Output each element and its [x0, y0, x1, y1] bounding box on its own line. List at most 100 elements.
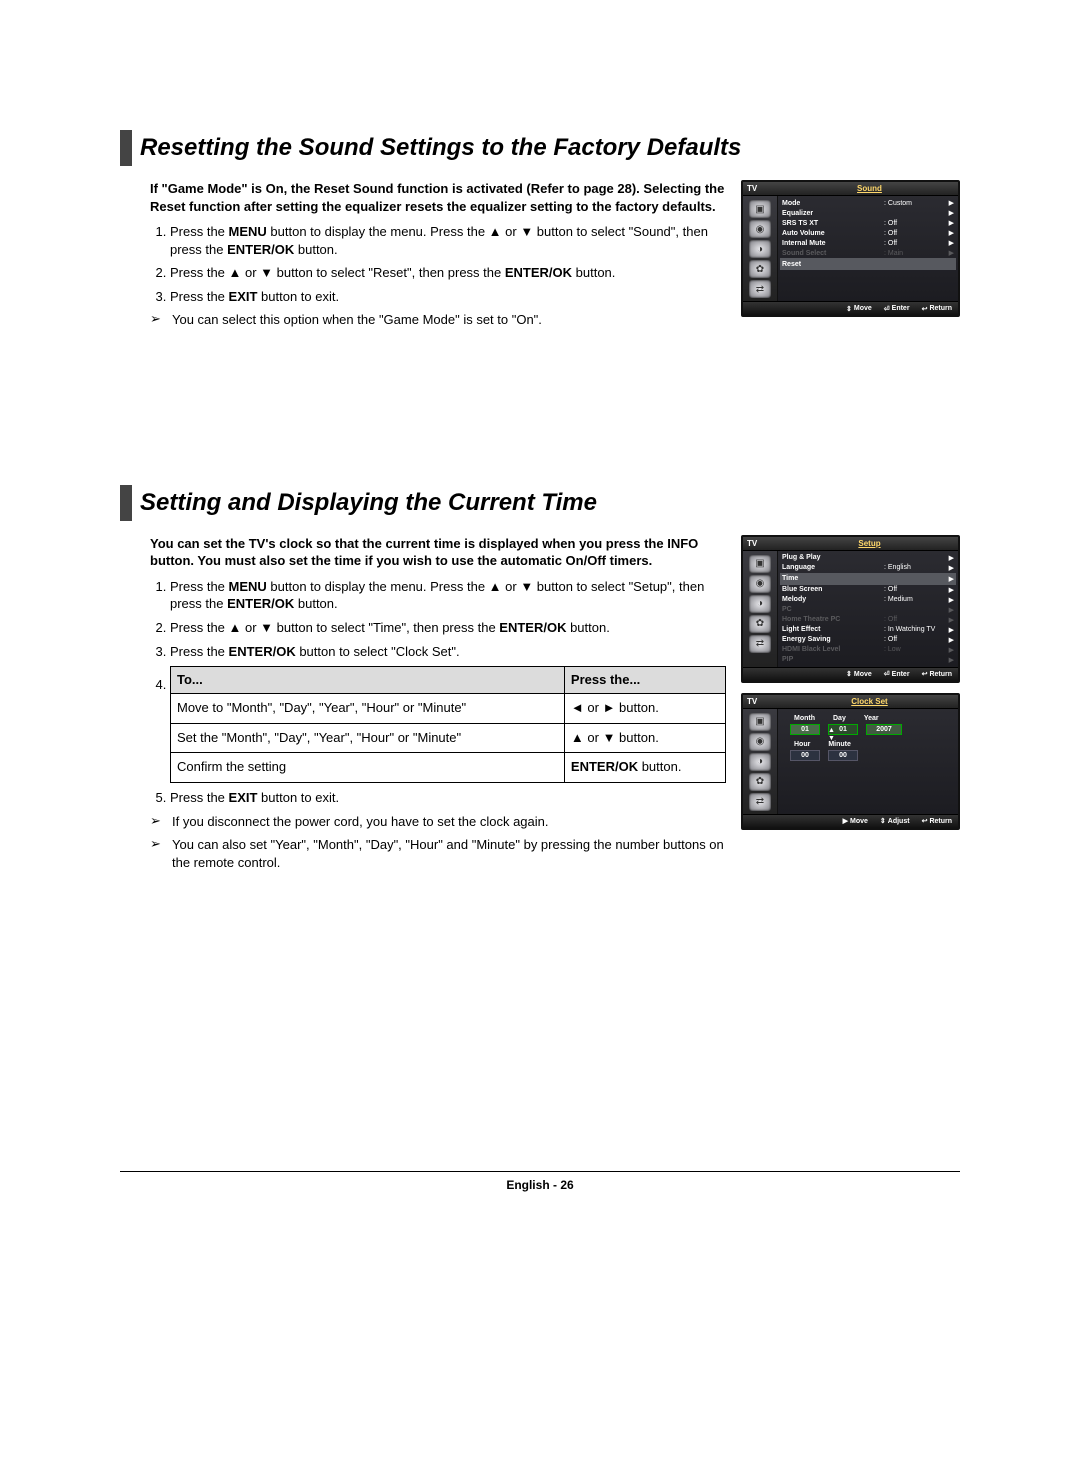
section-title: Setting and Displaying the Current Time: [140, 485, 597, 521]
channel-icon: ◑: [749, 753, 771, 771]
value-minute[interactable]: 00: [828, 750, 858, 761]
hint-enter: ⏎ Enter: [884, 670, 910, 678]
picture-icon: ▣: [749, 200, 771, 218]
section-set-time: Setting and Displaying the Current Time …: [120, 485, 960, 878]
osd-title: Sound: [781, 184, 958, 193]
sound-icon: ◉: [749, 575, 771, 593]
osd-item[interactable]: Plug & Play▶: [782, 553, 954, 563]
osd-clock-set: TV Clock Set ▣ ◉ ◑ ✿ ⇄ Mon: [741, 693, 960, 830]
osd-item[interactable]: Mode: Custom▶: [782, 198, 954, 208]
osd-title: Setup: [781, 539, 958, 548]
osd-item-disabled: Home Theatre PC: Off▶: [782, 615, 954, 625]
osd-footer: ⇕ Move ⏎ Enter ↩ Return: [743, 667, 958, 681]
step: To... Press the... Move to "Month", "Day…: [170, 666, 726, 783]
osd-item[interactable]: Internal Mute: Off▶: [782, 238, 954, 248]
section-title: Resetting the Sound Settings to the Fact…: [140, 130, 741, 166]
setup-icon: ✿: [749, 260, 771, 278]
sound-icon: ◉: [749, 733, 771, 751]
osd-item-disabled: Sound Select: Main▶: [782, 248, 954, 258]
input-icon: ⇄: [749, 635, 771, 653]
note-icon: ➢: [150, 311, 172, 327]
osd-sound-menu: TV Sound ▣ ◉ ◑ ✿ ⇄ Mode: Custom▶ Equaliz…: [741, 180, 960, 317]
step: Press the ▲ or ▼ button to select "Time"…: [170, 619, 726, 637]
step: Press the ▲ or ▼ button to select "Reset…: [170, 264, 726, 282]
label-day: Day: [833, 715, 846, 722]
note-icon: ➢: [150, 836, 172, 852]
osd-item-list: Mode: Custom▶ Equalizer▶ SRS TS XT: Off▶…: [778, 196, 958, 301]
picture-icon: ▣: [749, 555, 771, 573]
hint-move: ⇕ Move: [846, 670, 872, 678]
osd-item-selected[interactable]: Time▶: [780, 573, 956, 585]
osd-item[interactable]: SRS TS XT: Off▶: [782, 218, 954, 228]
osd-icon-column: ▣ ◉ ◑ ✿ ⇄: [743, 196, 778, 301]
sound-icon: ◉: [749, 220, 771, 238]
label-month: Month: [794, 715, 815, 722]
osd-item[interactable]: Energy Saving: Off▶: [782, 635, 954, 645]
setup-icon: ✿: [749, 773, 771, 791]
channel-icon: ◑: [749, 595, 771, 613]
hint-adjust: ⇕ Adjust: [880, 817, 910, 825]
osd-tv-label: TV: [743, 184, 781, 193]
step4-table: To... Press the... Move to "Month", "Day…: [170, 666, 726, 783]
section-reset-sound: Resetting the Sound Settings to the Fact…: [120, 130, 960, 335]
osd-item[interactable]: Language: English▶: [782, 563, 954, 573]
table-row: Set the "Month", "Day", "Year", "Hour" o…: [171, 723, 726, 753]
section2-steps: Press the MENU button to display the men…: [150, 578, 726, 807]
osd-item[interactable]: Melody: Medium▶: [782, 595, 954, 605]
input-icon: ⇄: [749, 280, 771, 298]
label-year: Year: [864, 715, 879, 722]
clock-set-area: Month Day Year ▲▼ 01 01 2007 H: [778, 709, 958, 814]
table-header: Press the...: [564, 667, 725, 694]
heading-row: Setting and Displaying the Current Time: [120, 485, 960, 521]
note: ➢ You can select this option when the "G…: [150, 311, 726, 329]
section1-intro: If "Game Mode" is On, the Reset Sound fu…: [150, 180, 726, 215]
osd-item[interactable]: Equalizer▶: [782, 208, 954, 218]
page-footer: English - 26: [120, 1171, 960, 1192]
value-hour[interactable]: 00: [790, 750, 820, 761]
hint-return: ↩ Return: [922, 670, 952, 678]
hint-return: ↩ Return: [922, 817, 952, 825]
osd-icon-column: ▣ ◉ ◑ ✿ ⇄: [743, 709, 778, 814]
hint-move: ▶ Move: [843, 817, 868, 825]
step: Press the ENTER/OK button to select "Clo…: [170, 643, 726, 661]
osd-footer: ⇕ Move ⏎ Enter ↩ Return: [743, 301, 958, 315]
osd-item-disabled: HDMI Black Level: Low▶: [782, 645, 954, 655]
osd-item[interactable]: Light Effect: In Watching TV▶: [782, 625, 954, 635]
value-year[interactable]: 2007: [866, 724, 902, 735]
step: Press the EXIT button to exit.: [170, 789, 726, 807]
hint-enter: ⏎ Enter: [884, 305, 910, 313]
note: ➢ If you disconnect the power cord, you …: [150, 813, 726, 831]
page: Resetting the Sound Settings to the Fact…: [0, 0, 1080, 1472]
osd-title: Clock Set: [781, 697, 958, 706]
section2-intro: You can set the TV's clock so that the c…: [150, 535, 726, 570]
osd-item-disabled: PC▶: [782, 605, 954, 615]
section1-steps: Press the MENU button to display the men…: [150, 223, 726, 305]
channel-icon: ◑: [749, 240, 771, 258]
table-row: Move to "Month", "Day", "Year", "Hour" o…: [171, 693, 726, 723]
step: Press the MENU button to display the men…: [170, 578, 726, 613]
step: Press the MENU button to display the men…: [170, 223, 726, 258]
hint-return: ↩ Return: [922, 305, 952, 313]
picture-icon: ▣: [749, 713, 771, 731]
note-icon: ➢: [150, 813, 172, 829]
osd-item-list: Plug & Play▶ Language: English▶ Time▶ Bl…: [778, 551, 958, 667]
osd-footer: ▶ Move ⇕ Adjust ↩ Return: [743, 814, 958, 828]
osd-item[interactable]: Auto Volume: Off▶: [782, 228, 954, 238]
osd-tv-label: TV: [743, 697, 781, 706]
osd-setup-menu: TV Setup ▣ ◉ ◑ ✿ ⇄ Plug & Play▶: [741, 535, 960, 683]
table-header: To...: [171, 667, 565, 694]
label-hour: Hour: [794, 741, 810, 748]
value-month[interactable]: 01: [790, 724, 820, 735]
note: ➢ You can also set "Year", "Month", "Day…: [150, 836, 726, 871]
heading-bar: [120, 485, 132, 521]
heading-bar: [120, 130, 132, 166]
osd-tv-label: TV: [743, 539, 781, 548]
hint-move: ⇕ Move: [846, 305, 872, 313]
input-icon: ⇄: [749, 793, 771, 811]
osd-item-selected[interactable]: Reset: [780, 258, 956, 270]
table-row: Confirm the setting ENTER/OK button.: [171, 753, 726, 783]
setup-icon: ✿: [749, 615, 771, 633]
osd-item[interactable]: Blue Screen: Off▶: [782, 585, 954, 595]
osd-item-disabled: PIP▶: [782, 655, 954, 665]
up-down-indicator: ▲▼: [828, 727, 835, 743]
